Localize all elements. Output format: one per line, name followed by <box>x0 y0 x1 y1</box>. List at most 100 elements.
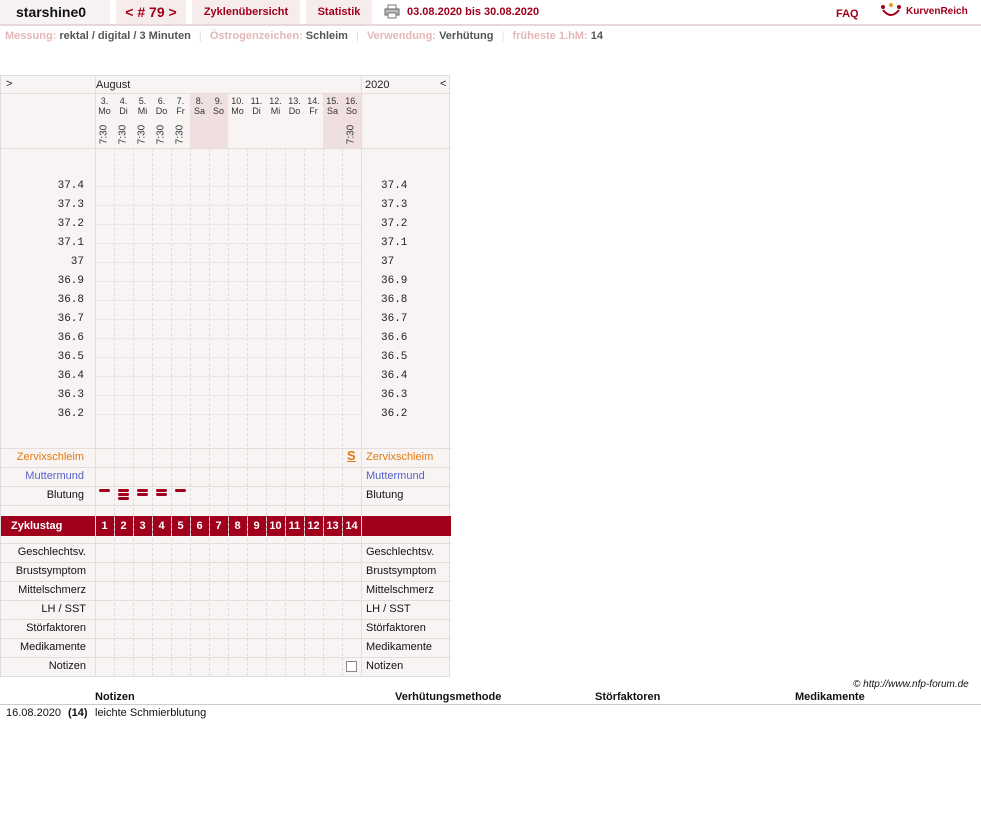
day-col-line <box>342 148 343 676</box>
username: starshine0 <box>0 0 110 24</box>
row-label-left: Brustsymptom <box>15 565 86 577</box>
temp-label-right: 36.2 <box>381 408 408 420</box>
row-divider <box>1 638 451 639</box>
bleeding-mark <box>118 493 129 496</box>
fruehste-value: 14 <box>590 30 603 42</box>
temp-label-left: 37.1 <box>57 237 84 249</box>
temp-gridline <box>96 338 361 339</box>
temp-gridline <box>96 243 361 244</box>
day-weekday: Do <box>288 106 301 116</box>
row-label-right: LH / SST <box>366 603 411 615</box>
day-weekday: Fr <box>176 106 185 116</box>
tab-statistik[interactable]: Statistik <box>306 0 372 24</box>
day-col-line <box>190 148 191 676</box>
zyklustag-number: 2 <box>120 520 127 532</box>
day-weekday: Di <box>252 106 261 116</box>
temp-label-right: 37.4 <box>381 180 408 192</box>
day-col-line <box>247 148 248 676</box>
day-col-line <box>228 148 229 676</box>
cycle-nav-button[interactable]: < # 79 > <box>116 0 186 24</box>
row-divider <box>1 467 451 468</box>
day-number: 5. <box>138 96 147 106</box>
row-label-left: Mittelschmerz <box>18 584 86 596</box>
temp-label-right: 37.2 <box>381 218 408 230</box>
oestrogen-value: Schleim <box>305 30 348 42</box>
row-label-right: Medikamente <box>366 641 433 653</box>
temp-label-right: 36.6 <box>381 332 408 344</box>
zyklustag-number: 9 <box>253 520 260 532</box>
tab-zyklenuebersicht[interactable]: Zyklenübersicht <box>192 0 300 24</box>
zyklustag-number: 13 <box>326 520 339 532</box>
zyklustag-number: 14 <box>345 520 358 532</box>
row-divider <box>1 148 451 149</box>
bleeding-mark <box>156 493 167 496</box>
day-number: 13. <box>288 96 301 106</box>
day-weekday: Fr <box>309 106 318 116</box>
day-number: 3. <box>100 96 109 106</box>
temp-label-right: 37.1 <box>381 237 408 249</box>
temp-gridline <box>96 300 361 301</box>
note-icon[interactable] <box>346 661 357 672</box>
zyklustag-number: 7 <box>215 520 222 532</box>
temp-gridline <box>96 357 361 358</box>
temp-label-right: 36.3 <box>381 389 408 401</box>
row-divider <box>1 600 451 601</box>
notes-divider <box>0 704 981 705</box>
day-col-line <box>114 148 115 676</box>
day-weekday: Do <box>155 106 168 116</box>
messung-value: rektal / digital / 3 Minuten <box>59 30 191 42</box>
temp-label-right: 37.3 <box>381 199 408 211</box>
nav-prev-button[interactable]: > <box>6 78 12 90</box>
notes-header-medikamente: Medikamente <box>795 691 865 703</box>
temp-label-left: 37.3 <box>57 199 84 211</box>
row-label-left: Notizen <box>48 660 86 672</box>
day-col-line <box>171 148 172 676</box>
nav-next-button[interactable]: < <box>440 78 446 90</box>
zyklustag-label: Zyklustag <box>11 520 63 532</box>
cycle-meta: Messung: rektal / digital / 3 Minuten | … <box>5 30 603 42</box>
row-label-right: Geschlechtsv. <box>366 546 435 558</box>
row-label-right: Störfaktoren <box>366 622 426 634</box>
zyklustag-number: 11 <box>288 520 301 532</box>
temp-label-left: 36.4 <box>57 370 84 382</box>
zyklustag-number: 1 <box>101 520 108 532</box>
day-number: 7. <box>176 96 185 106</box>
temp-gridline <box>96 262 361 263</box>
temp-label-right: 36.9 <box>381 275 408 287</box>
temp-gridline <box>96 319 361 320</box>
fruehste-label: früheste 1.hM: <box>512 30 588 42</box>
temp-label-right: 36.7 <box>381 313 408 325</box>
logo-text: KurvenReich <box>906 5 968 17</box>
day-col-line <box>209 148 210 676</box>
row-divider <box>1 657 451 658</box>
temp-label-left: 37 <box>70 256 84 268</box>
temp-gridline <box>96 414 361 415</box>
kurvenreich-logo[interactable]: KurvenReich <box>880 2 968 20</box>
bleeding-mark <box>156 489 167 492</box>
notes-header-notizen: Notizen <box>95 691 135 703</box>
day-col-line <box>323 148 324 676</box>
bleeding-mark <box>137 489 148 492</box>
temp-label-right: 36.5 <box>381 351 408 363</box>
day-col-line <box>152 148 153 676</box>
cycle-chart: > August 2020 < Zyklustag 1 2 3 4 5 6 7 8 9 10 11 1… <box>0 75 451 677</box>
zyklustag-number: 5 <box>177 520 184 532</box>
row-divider <box>1 448 451 449</box>
date-range: 03.08.2020 bis 30.08.2020 <box>407 6 540 18</box>
note-text: leichte Schmierblutung <box>95 707 207 719</box>
temp-gridline <box>96 376 361 377</box>
temp-label-left: 36.9 <box>57 275 84 287</box>
row-divider <box>1 543 451 544</box>
temp-gridline <box>96 281 361 282</box>
day-weekday: Mo <box>231 106 244 116</box>
temp-label-right: 37 <box>381 256 395 268</box>
temp-label-left: 36.7 <box>57 313 84 325</box>
zyklustag-number: 3 <box>139 520 146 532</box>
zyklustag-number: 6 <box>196 520 203 532</box>
faq-link[interactable]: FAQ <box>836 8 859 20</box>
printer-icon[interactable] <box>384 4 400 19</box>
day-col-line <box>304 148 305 676</box>
bleeding-mark <box>175 489 186 492</box>
day-number: 16. <box>345 96 358 106</box>
row-label-left: Blutung <box>46 489 84 501</box>
